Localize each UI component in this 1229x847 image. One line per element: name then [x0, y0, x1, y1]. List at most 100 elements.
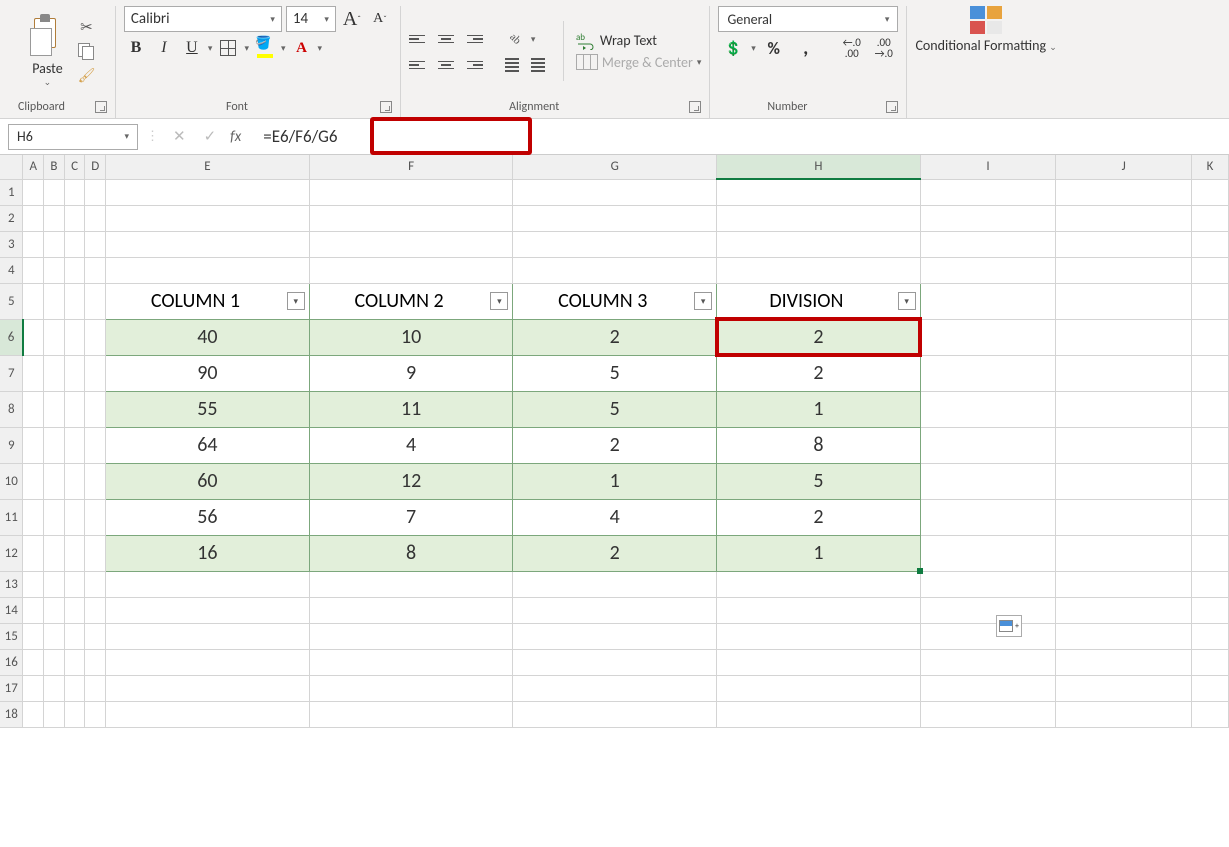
- cell[interactable]: [1192, 623, 1229, 649]
- cell[interactable]: [85, 283, 106, 319]
- cell[interactable]: [64, 499, 85, 535]
- border-dropdown[interactable]: ▾: [244, 43, 249, 54]
- cell[interactable]: [1056, 463, 1192, 499]
- cell[interactable]: [920, 649, 1056, 675]
- cell[interactable]: [23, 257, 44, 283]
- cell[interactable]: [85, 463, 106, 499]
- cell[interactable]: [920, 391, 1056, 427]
- fx-label[interactable]: fx: [230, 128, 241, 146]
- cell[interactable]: [44, 319, 65, 355]
- cell[interactable]: [717, 597, 921, 623]
- cell[interactable]: 2: [717, 499, 921, 535]
- cell[interactable]: [1192, 283, 1229, 319]
- col-header[interactable]: C: [64, 155, 85, 179]
- cell[interactable]: [1056, 257, 1192, 283]
- col-header[interactable]: H: [717, 155, 921, 179]
- decrease-indent-button[interactable]: [503, 55, 525, 75]
- cancel-formula-icon[interactable]: ✕: [173, 127, 186, 146]
- cell[interactable]: [1192, 179, 1229, 205]
- fill-dropdown[interactable]: ▾: [281, 43, 286, 54]
- cell[interactable]: [1056, 499, 1192, 535]
- cell[interactable]: [106, 649, 310, 675]
- cell[interactable]: [44, 283, 65, 319]
- cell[interactable]: [85, 205, 106, 231]
- cell[interactable]: 90: [106, 355, 310, 391]
- cell[interactable]: 7: [309, 499, 513, 535]
- cell[interactable]: [85, 427, 106, 463]
- cell[interactable]: [44, 701, 65, 727]
- cell[interactable]: 8: [717, 427, 921, 463]
- cell[interactable]: 9: [309, 355, 513, 391]
- cell[interactable]: 4: [513, 499, 717, 535]
- cell[interactable]: [23, 463, 44, 499]
- orientation-button[interactable]: [503, 27, 527, 51]
- row-header[interactable]: 9: [0, 427, 23, 463]
- cell[interactable]: [309, 675, 513, 701]
- col-header[interactable]: A: [23, 155, 44, 179]
- align-left-button[interactable]: [409, 55, 431, 75]
- cell[interactable]: [85, 701, 106, 727]
- cell[interactable]: [44, 427, 65, 463]
- cell[interactable]: [513, 205, 717, 231]
- cell[interactable]: [64, 427, 85, 463]
- cell[interactable]: 4: [309, 427, 513, 463]
- cell[interactable]: [64, 205, 85, 231]
- cell[interactable]: [64, 283, 85, 319]
- cut-icon[interactable]: [76, 18, 96, 36]
- cell[interactable]: [1192, 319, 1229, 355]
- filter-button[interactable]: ▾: [694, 292, 712, 310]
- row-header[interactable]: 4: [0, 257, 23, 283]
- cell[interactable]: [44, 649, 65, 675]
- cell[interactable]: [106, 231, 310, 257]
- cell[interactable]: [85, 649, 106, 675]
- cell[interactable]: [106, 597, 310, 623]
- cell[interactable]: 5: [717, 463, 921, 499]
- cell[interactable]: [44, 571, 65, 597]
- row-header[interactable]: 17: [0, 675, 23, 701]
- cell[interactable]: [85, 623, 106, 649]
- comma-style-button[interactable]: [792, 36, 820, 60]
- fill-handle[interactable]: [917, 568, 923, 574]
- cell[interactable]: [64, 675, 85, 701]
- cell[interactable]: 16: [106, 535, 310, 571]
- accounting-format-button[interactable]: [719, 36, 747, 60]
- cell[interactable]: [920, 701, 1056, 727]
- cell[interactable]: [920, 623, 1056, 649]
- cell[interactable]: 5: [513, 391, 717, 427]
- cell[interactable]: [513, 257, 717, 283]
- cell[interactable]: [85, 231, 106, 257]
- cell[interactable]: [1056, 535, 1192, 571]
- cell[interactable]: [1056, 391, 1192, 427]
- col-header[interactable]: D: [85, 155, 106, 179]
- cell[interactable]: [64, 391, 85, 427]
- cell[interactable]: [1056, 623, 1192, 649]
- cell[interactable]: 2: [717, 355, 921, 391]
- cell[interactable]: [64, 319, 85, 355]
- cell[interactable]: 8: [309, 535, 513, 571]
- cell[interactable]: [920, 463, 1056, 499]
- cell[interactable]: [920, 205, 1056, 231]
- cell[interactable]: [1192, 463, 1229, 499]
- row-header[interactable]: 2: [0, 205, 23, 231]
- cell[interactable]: [920, 355, 1056, 391]
- bold-button[interactable]: B: [124, 36, 148, 60]
- cell[interactable]: [717, 675, 921, 701]
- cell[interactable]: [44, 499, 65, 535]
- cell[interactable]: [920, 535, 1056, 571]
- col-header[interactable]: E: [106, 155, 310, 179]
- cell[interactable]: [513, 231, 717, 257]
- cell[interactable]: [513, 649, 717, 675]
- cell[interactable]: [1192, 701, 1229, 727]
- cell[interactable]: 40: [106, 319, 310, 355]
- number-launcher[interactable]: [886, 101, 898, 113]
- enter-formula-icon[interactable]: ✓: [204, 127, 217, 146]
- cell[interactable]: 60: [106, 463, 310, 499]
- cell[interactable]: 1: [513, 463, 717, 499]
- cell[interactable]: [920, 179, 1056, 205]
- filter-button[interactable]: ▾: [287, 292, 305, 310]
- cell[interactable]: [23, 427, 44, 463]
- cell[interactable]: [920, 257, 1056, 283]
- alignment-launcher[interactable]: [689, 101, 701, 113]
- cell[interactable]: [309, 179, 513, 205]
- copy-button[interactable]: [76, 42, 96, 60]
